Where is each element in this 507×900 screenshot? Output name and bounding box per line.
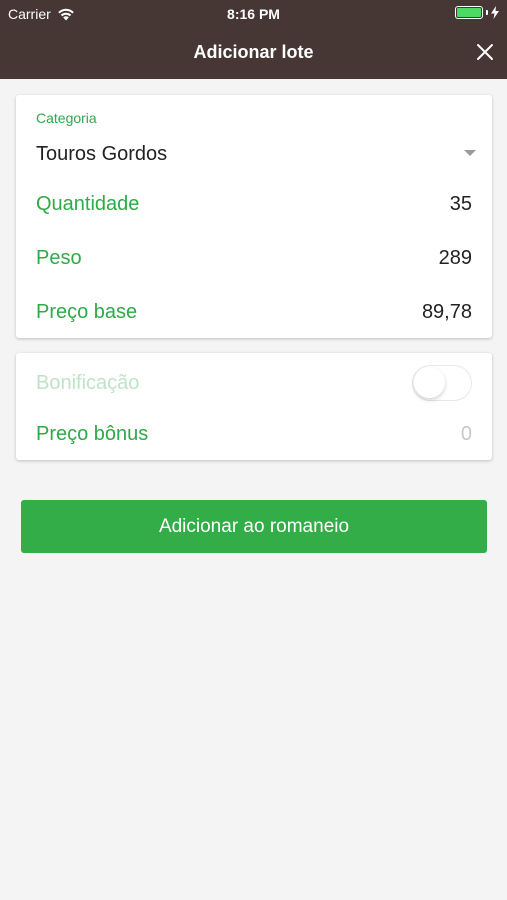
- add-to-romaneio-button[interactable]: Adicionar ao romaneio: [21, 500, 487, 553]
- status-bar: Carrier 8:16 PM: [0, 0, 507, 28]
- battery-tip: [486, 10, 488, 15]
- bonus-price-label: Preço bônus: [36, 422, 149, 445]
- base-price-row[interactable]: Preço base 89,78: [36, 297, 472, 327]
- quantity-input[interactable]: 35: [450, 193, 472, 216]
- chevron-down-icon[interactable]: [464, 150, 476, 156]
- quantity-label: Quantidade: [36, 192, 140, 215]
- battery-icon: [455, 6, 483, 19]
- category-label: Categoria: [36, 110, 97, 126]
- bonus-label: Bonificação: [36, 371, 140, 394]
- close-icon[interactable]: [473, 40, 497, 64]
- base-price-input[interactable]: 89,78: [422, 301, 472, 324]
- bonus-price-input[interactable]: 0: [461, 423, 472, 446]
- status-time: 8:16 PM: [227, 6, 280, 22]
- weight-label: Peso: [36, 246, 82, 269]
- page-title: Adicionar lote: [193, 42, 314, 62]
- bonus-card: Bonificação Preço bônus 0: [16, 353, 492, 460]
- bonus-price-row[interactable]: Preço bônus 0: [36, 419, 472, 449]
- app-header: Carrier 8:16 PM Adicionar lote: [0, 0, 507, 79]
- base-price-label: Preço base: [36, 300, 138, 323]
- bolt-icon: [491, 6, 499, 19]
- battery-fill: [457, 8, 481, 17]
- battery-indicator: [455, 6, 499, 19]
- weight-row[interactable]: Peso 289: [36, 243, 472, 273]
- category-select[interactable]: Touros Gordos: [36, 143, 167, 166]
- bonus-toggle[interactable]: [412, 365, 472, 401]
- quantity-row[interactable]: Quantidade 35: [36, 189, 472, 219]
- weight-input[interactable]: 289: [439, 247, 472, 270]
- toggle-knob: [414, 367, 445, 398]
- lot-details-card: Categoria Touros Gordos Quantidade 35 Pe…: [16, 95, 492, 338]
- bonus-row: Bonificação: [36, 365, 472, 401]
